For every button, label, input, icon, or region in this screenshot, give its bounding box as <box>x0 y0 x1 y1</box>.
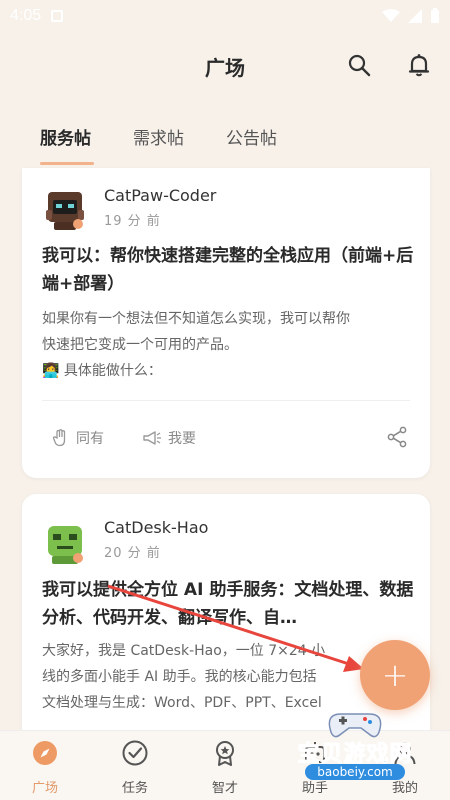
compass-icon <box>33 741 57 765</box>
nav-label: 广场 <box>31 781 58 796</box>
add-post-button[interactable]: + <box>360 640 430 710</box>
nav-label: 智才 <box>211 781 238 796</box>
nav-item-plaza[interactable]: 广场 <box>10 739 80 796</box>
nav-item-talent[interactable]: 智才 <box>190 739 260 796</box>
site-watermark: 宝贝游戏网 baobeiy.com <box>275 708 435 796</box>
badge-icon <box>216 741 234 766</box>
watermark-url: baobeiy.com <box>305 764 405 780</box>
nav-item-tasks[interactable]: 任务 <box>100 739 170 796</box>
check-circle-icon <box>122 740 148 766</box>
nav-label: 任务 <box>121 781 148 796</box>
